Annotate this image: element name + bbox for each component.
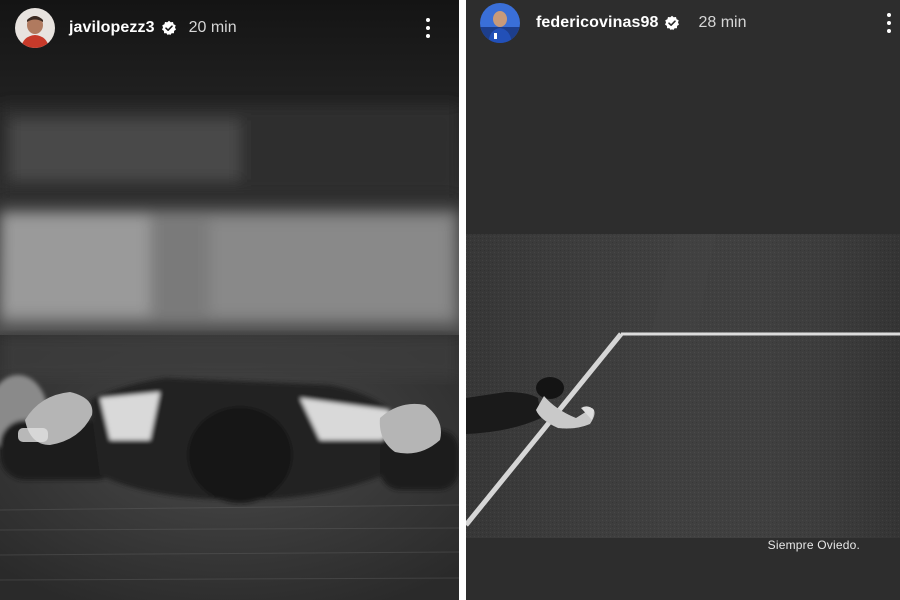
verified-badge-icon — [664, 15, 680, 31]
more-options-icon[interactable] — [881, 9, 897, 37]
more-options-icon[interactable] — [420, 14, 436, 42]
story-header: federicovinas98 28 min — [466, 0, 900, 46]
verified-badge-icon — [161, 20, 177, 36]
user-avatar[interactable] — [15, 8, 55, 48]
avatar-icon — [15, 8, 55, 48]
story-timestamp: 20 min — [188, 19, 237, 36]
avatar-icon — [480, 3, 520, 43]
story-header: javilopezz3 20 min — [0, 0, 459, 56]
user-avatar[interactable] — [480, 3, 520, 43]
username[interactable]: javilopezz3 — [69, 19, 155, 37]
story-left[interactable]: javilopezz3 20 min — [0, 0, 459, 600]
username[interactable]: federicovinas98 — [536, 14, 658, 32]
story-timestamp: 28 min — [698, 14, 747, 31]
story-right[interactable]: federicovinas98 28 min Siempre Oviedo. — [466, 0, 900, 600]
story-photo-player-on-grass — [0, 0, 459, 600]
story-photo-player-on-pitch — [466, 0, 900, 600]
story-caption: Siempre Oviedo. — [767, 538, 860, 552]
